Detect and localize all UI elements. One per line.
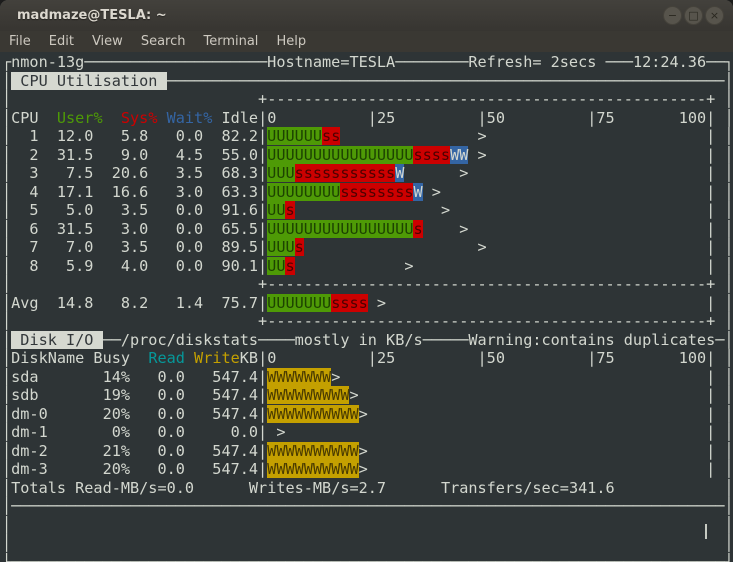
terminal-line: │ CPU Utilisation ──────────────────────… [2,72,733,91]
title-bar[interactable]: madmaze@TESLA: ~ − □ × [0,0,733,31]
terminal-line: │ 1 12.0 5.8 0.0 82.2|UUUUUUss > | │ [2,127,733,146]
terminal-line: │Totals Read-MB/s=0.0 Writes-MB/s=2.7 Tr… [2,479,733,498]
maximize-icon: □ [688,9,698,22]
terminal-line: │sda 14% 0.0 547.4|WWWWWWW> | │ [2,368,733,387]
menu-search[interactable]: Search [132,34,195,49]
text-cursor [705,524,707,539]
terminal-line: │ 4 17.1 16.6 3.0 63.3|UUUUUUUUssssssssW… [2,183,733,202]
terminal-line: │dm-1 0% 0.0 0.0| > | │ [2,423,733,442]
terminal-line: │dm-0 20% 0.0 547.4|WWWWWWWWWW> | │ [2,405,733,424]
terminal-line: │ 5 5.0 3.5 0.0 91.6|UUs > | │ [2,201,733,220]
menu-view[interactable]: View [83,34,132,49]
terminal-line: │CPU User% Sys% Wait% Idle|0 |25 |50 |75… [2,109,733,128]
terminal-line: │dm-3 20% 0.0 547.4|WWWWWWWWWW> | │ [2,460,733,479]
terminal-line: │Avg 14.8 8.2 1.4 75.7|UUUUUUUssss > | │ [2,294,733,313]
terminal-line: │ +-------------------------------------… [2,90,733,109]
terminal-line: │DiskName Busy Read WriteKB|0 |25 |50 |7… [2,349,733,368]
terminal-line: │ │ [2,534,733,553]
terminal-line: ┌nmon-13g────────────────────Hostname=TE… [2,53,733,72]
terminal-line: │ 6 31.5 3.0 0.0 65.5|UUUUUUUUUUUUUUUUs … [2,220,733,239]
terminal-line: │ +-------------------------------------… [2,275,733,294]
terminal-line: │───────────────────────────────────────… [2,497,733,516]
terminal-line: └───────────────────────────────────────… [2,553,733,562]
terminal-line: │ 7 7.0 3.5 0.0 89.5|UUUs > | │ [2,238,733,257]
maximize-button[interactable]: □ [684,6,703,25]
terminal-line: │ 8 5.9 4.0 0.0 90.1|UUs > | │ [2,257,733,276]
terminal-line: │ Disk I/O ──/proc/diskstats────mostly i… [2,331,733,350]
window-title: madmaze@TESLA: ~ [17,8,167,23]
terminal-line: │dm-2 21% 0.0 547.4|WWWWWWWWWW> | │ [2,442,733,461]
menu-bar: File Edit View Search Terminal Help [0,31,733,52]
menu-help[interactable]: Help [267,34,315,49]
terminal-line: │ 2 31.5 9.0 4.5 55.0|UUUUUUUUUUUUUUUUss… [2,146,733,165]
minimize-icon: − [668,9,677,22]
terminal-line: │sdb 19% 0.0 547.4|WWWWWWWWW> | │ [2,386,733,405]
close-button[interactable]: × [705,6,724,25]
minimize-button[interactable]: − [663,6,682,25]
terminal-screen[interactable]: ┌nmon-13g────────────────────Hostname=TE… [0,52,733,562]
nmon-output: ┌nmon-13g────────────────────Hostname=TE… [2,53,733,562]
terminal-window: madmaze@TESLA: ~ − □ × File Edit View Se… [0,0,733,562]
menu-terminal[interactable]: Terminal [194,34,267,49]
menu-file[interactable]: File [0,34,40,49]
window-controls: − □ × [663,6,724,25]
close-icon: × [710,9,719,22]
terminal-line: │ │ [2,516,733,535]
terminal-line: │ 3 7.5 20.6 3.5 68.3|UUUsssssssssssW > … [2,164,733,183]
menu-edit[interactable]: Edit [40,34,83,49]
terminal-line: │ +-------------------------------------… [2,312,733,331]
